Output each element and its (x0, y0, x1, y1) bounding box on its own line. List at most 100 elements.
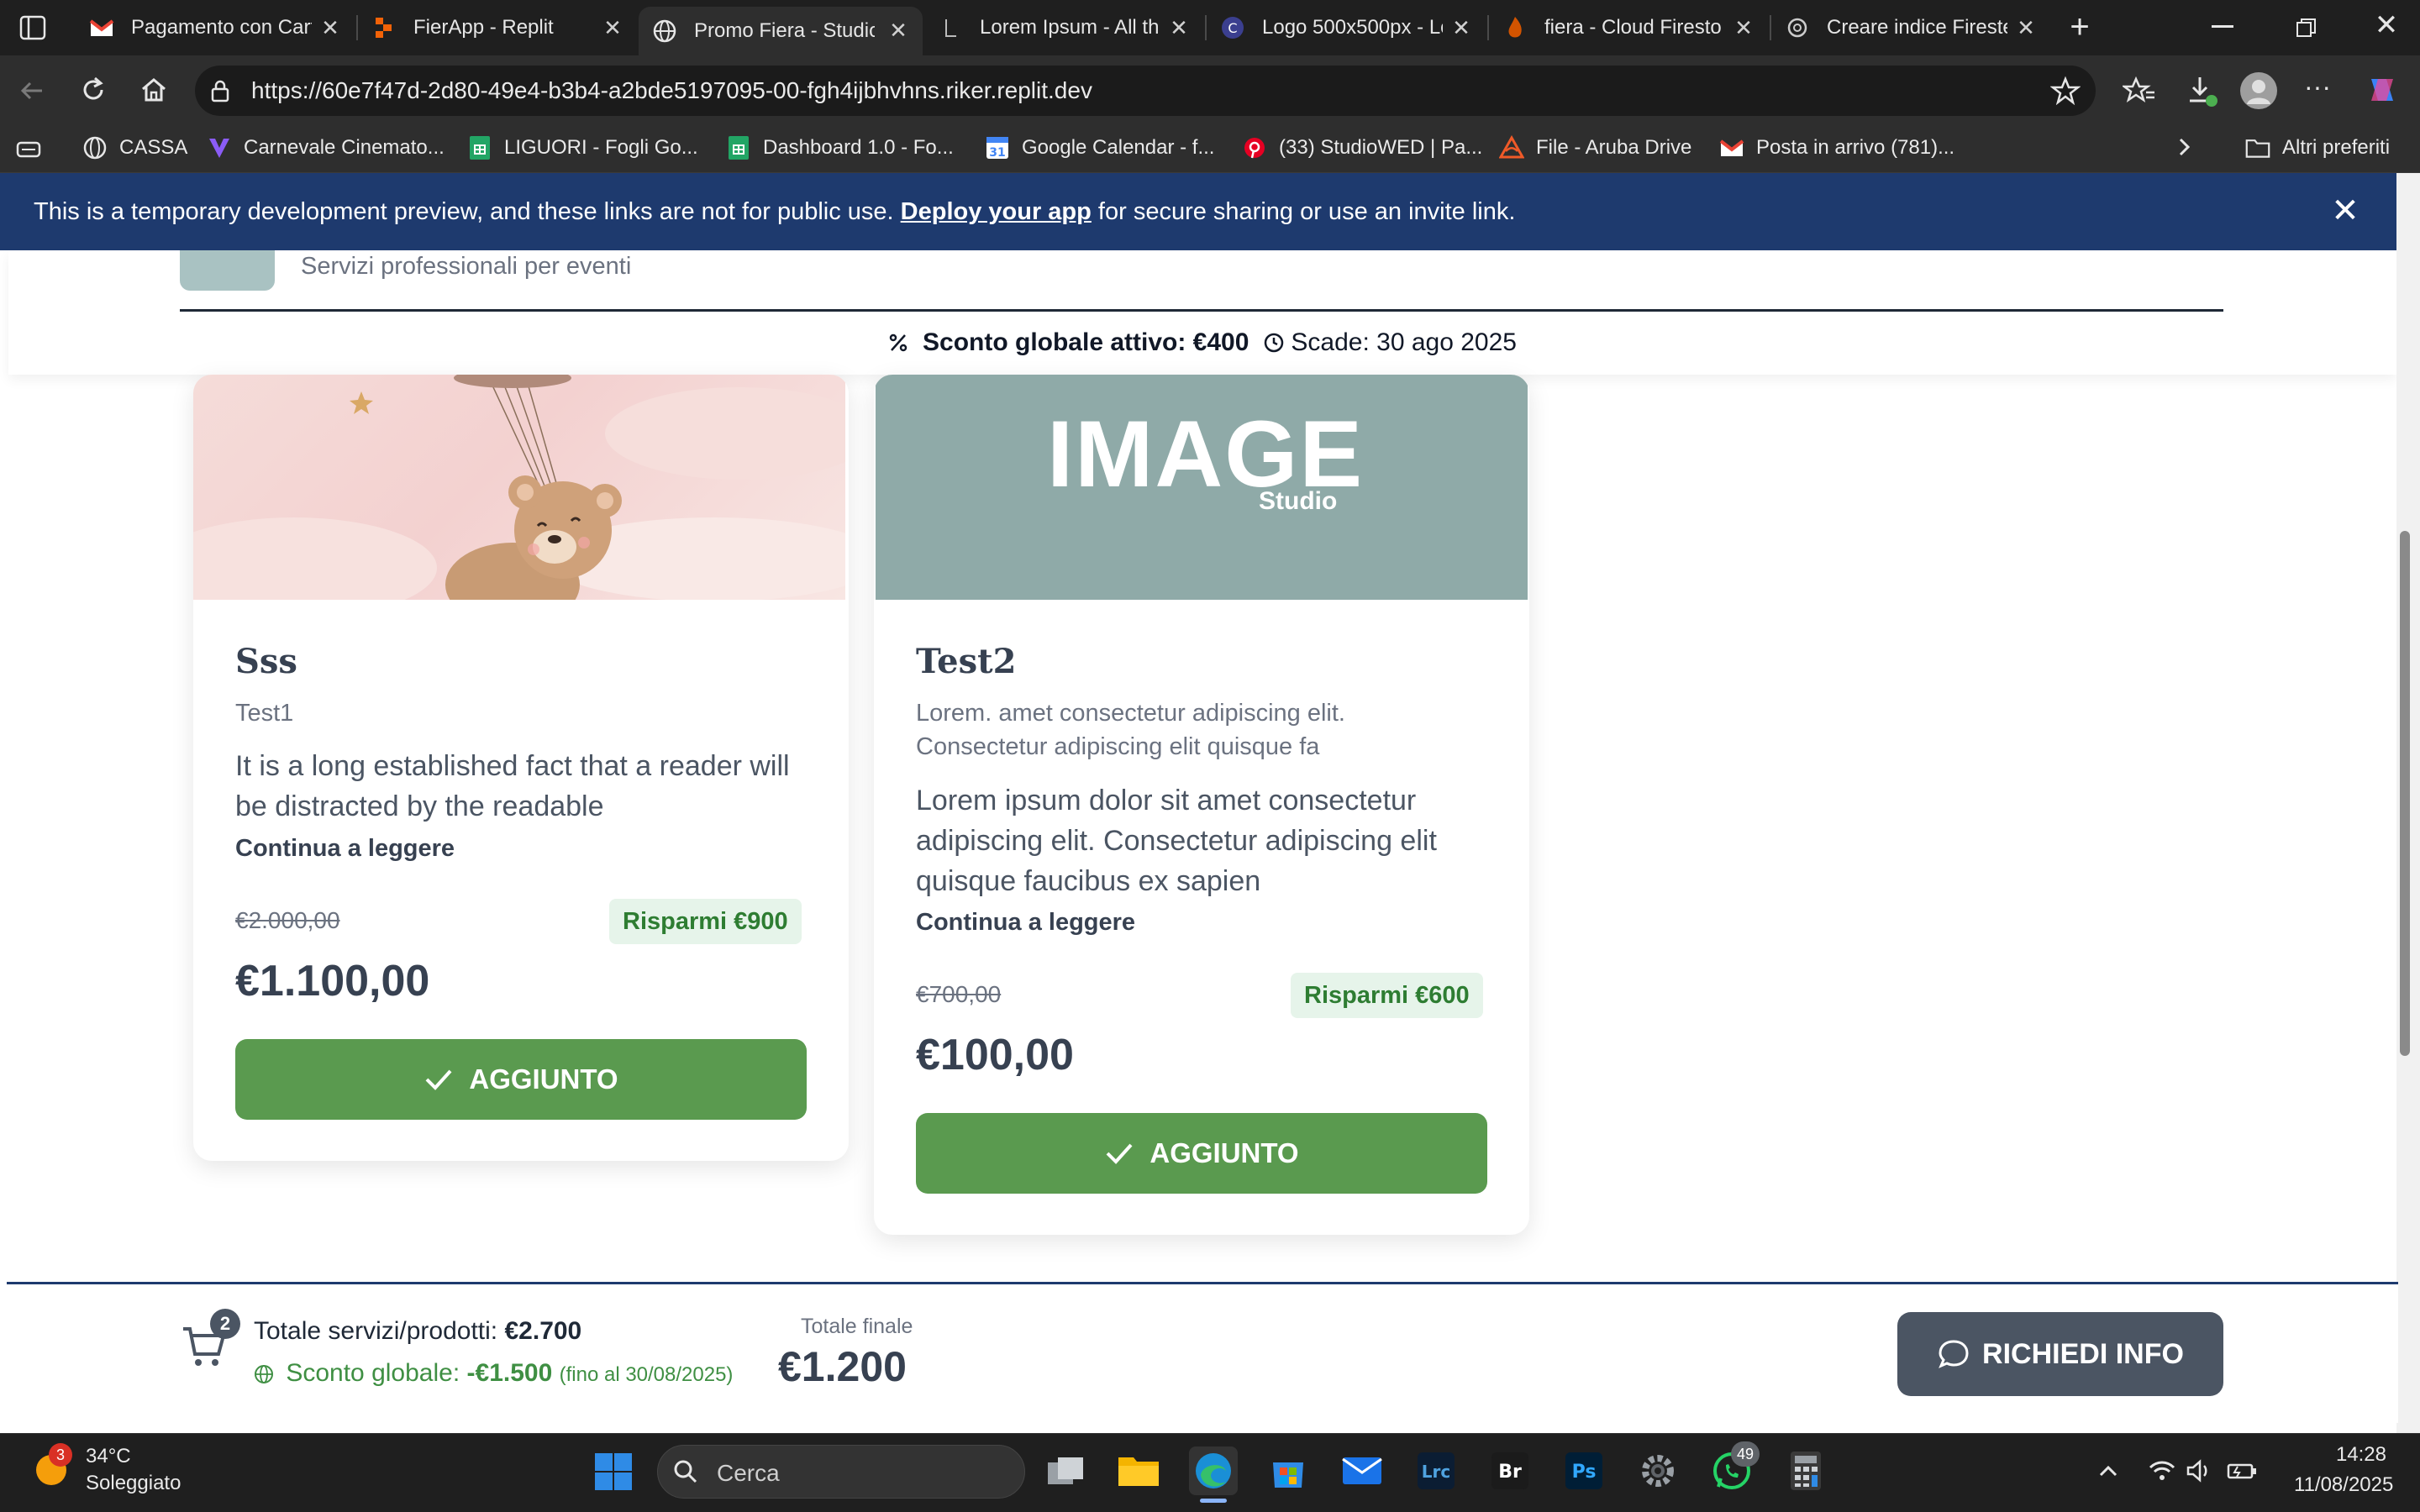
svg-text:Lrc: Lrc (1422, 1462, 1450, 1482)
whatsapp-badge: 49 (1731, 1441, 1760, 1467)
taskbar-search[interactable] (657, 1445, 1025, 1499)
aruba-icon (1499, 135, 1524, 160)
site-info-icon[interactable] (207, 77, 234, 104)
total-services: Totale servizi/prodotti: €2.700 (254, 1317, 581, 1346)
tab-replit[interactable]: FierApp - Replit ✕ (358, 8, 637, 47)
wifi-icon[interactable] (2148, 1457, 2176, 1485)
product-description: Lorem ipsum dolor sit amet consectetur a… (916, 785, 1437, 897)
task-view-icon[interactable] (1042, 1446, 1091, 1495)
check-icon (425, 1069, 452, 1090)
weather-badge: 3 (49, 1443, 72, 1467)
microsoft-store-icon[interactable] (1264, 1446, 1313, 1495)
tab-firebase[interactable]: fiera - Cloud Firesto ✕ (1489, 8, 1768, 47)
bookmark-liguori[interactable]: LIGUORI - Fogli Go... (467, 131, 698, 165)
tab-lorem-ipsum[interactable]: Lorem Ipsum - All th ✕ (924, 8, 1203, 47)
final-total-value: €1.200 (778, 1343, 907, 1390)
bookmark-carnevale[interactable]: Carnevale Cinemato... (207, 131, 445, 165)
bookmark-calendar[interactable]: 31 Google Calendar - f... (985, 131, 1214, 165)
final-total-label: Totale finale (801, 1315, 913, 1338)
clock-date[interactable]: 11/08/2025 (2294, 1473, 2393, 1497)
volume-icon[interactable] (2185, 1457, 2213, 1485)
close-icon[interactable]: ✕ (1166, 15, 1192, 40)
deploy-link[interactable]: Deploy your app (901, 198, 1092, 225)
close-icon[interactable]: ✕ (2013, 15, 2039, 40)
tab-label: Lorem Ipsum - All th (980, 16, 1160, 39)
clock-time[interactable]: 14:28 (2294, 1443, 2386, 1467)
banner-close-icon[interactable]: ✕ (2324, 190, 2366, 232)
product-image-logo[interactable]: IMAGE Studio (876, 375, 1528, 600)
new-tab-icon[interactable]: + (2064, 10, 2096, 44)
svg-text:Ps: Ps (1572, 1462, 1597, 1483)
added-button[interactable]: AGGIUNTO (235, 1039, 807, 1120)
request-info-label: RICHIEDI INFO (1982, 1337, 2184, 1370)
file-explorer-icon[interactable] (1114, 1446, 1163, 1495)
discount-expiry: Scade: 30 ago 2025 (1291, 328, 1517, 356)
chevron-up-icon[interactable] (2096, 1458, 2121, 1483)
bookmark-aruba[interactable]: File - Aruba Drive (1499, 131, 1691, 165)
copilot-icon[interactable] (2363, 71, 2402, 109)
lightroom-classic-icon[interactable]: Lrc (1412, 1446, 1460, 1495)
sheets-icon (467, 135, 492, 160)
favorite-star-icon[interactable] (2050, 76, 2081, 106)
bookmark-posta[interactable]: Posta in arrivo (781)... (1719, 131, 1954, 165)
bookmark-label: Posta in arrivo (781)... (1756, 136, 1955, 159)
v-logo-icon (207, 135, 232, 160)
close-icon[interactable]: ✕ (1731, 15, 1756, 40)
minimize-icon[interactable] (2212, 25, 2233, 28)
request-info-button[interactable]: RICHIEDI INFO (1897, 1312, 2223, 1396)
gmail-icon (89, 15, 114, 40)
mail-icon[interactable] (1338, 1446, 1386, 1495)
back-icon[interactable] (17, 76, 47, 106)
product-price: €100,00 (916, 1031, 1074, 1079)
site-logo[interactable] (180, 250, 275, 291)
window-close-icon[interactable]: ✕ (2370, 8, 2403, 42)
search-icon (672, 1458, 699, 1485)
home-icon[interactable] (138, 74, 170, 106)
total-services-label: Totale servizi/prodotti: (254, 1317, 498, 1345)
product-title: Test2 (916, 642, 1017, 681)
chevron-right-icon[interactable] (2171, 134, 2196, 160)
bookmark-label: LIGUORI - Fogli Go... (504, 136, 698, 159)
photoshop-icon[interactable]: Ps (1560, 1446, 1608, 1495)
close-icon[interactable]: ✕ (600, 15, 625, 40)
close-icon[interactable]: ✕ (318, 15, 343, 40)
profile-avatar[interactable] (2240, 72, 2277, 109)
tab-promo-fiera[interactable]: Promo Fiera - Studio ✕ (639, 7, 923, 55)
product-image-teddy-bear[interactable] (193, 375, 845, 600)
bookmark-label: Carnevale Cinemato... (244, 136, 445, 159)
reload-icon[interactable] (77, 74, 109, 106)
edge-browser-icon[interactable] (1189, 1446, 1238, 1495)
close-icon[interactable]: ✕ (886, 18, 911, 43)
bookmark-label: Dashboard 1.0 - Fo... (763, 136, 954, 159)
close-icon[interactable]: ✕ (1449, 15, 1474, 40)
settings-gear-icon[interactable] (1634, 1446, 1682, 1495)
windows-start-icon[interactable] (593, 1452, 634, 1492)
bookmark-cassa[interactable]: CASSA (82, 131, 187, 165)
battery-icon[interactable] (2225, 1458, 2259, 1483)
gmail-icon (1719, 135, 1744, 160)
favorites-icon[interactable] (2123, 74, 2156, 108)
downloads-icon[interactable] (2185, 74, 2218, 108)
tab-gmail[interactable]: Pagamento con Cart ✕ (76, 8, 355, 47)
url-text[interactable]: https://60e7f47d-2d80-49e4-b3b4-a2bde519… (251, 74, 1092, 108)
folder-icon (2245, 135, 2270, 160)
tab-label: Creare indice Fireste (1827, 16, 2007, 39)
added-button[interactable]: AGGIUNTO (916, 1113, 1487, 1194)
bridge-icon[interactable]: Br (1486, 1446, 1534, 1495)
bookmark-dashboard[interactable]: Dashboard 1.0 - Fo... (726, 131, 954, 165)
collections-icon[interactable] (15, 136, 42, 163)
restore-icon[interactable] (2296, 17, 2317, 39)
read-more-link[interactable]: Continua a leggere (235, 835, 455, 863)
calculator-icon[interactable] (1781, 1446, 1830, 1495)
read-more-link[interactable]: Continua a leggere (916, 909, 1135, 937)
tab-canva[interactable]: C Logo 500x500px - Lo ✕ (1207, 8, 1486, 47)
tab-chatgpt[interactable]: Creare indice Fireste ✕ (1771, 8, 2050, 47)
more-icon[interactable]: ··· (2301, 73, 2334, 102)
other-bookmarks[interactable]: Altri preferiti (2245, 131, 2390, 165)
tab-actions-icon[interactable] (18, 13, 47, 42)
scrollbar-thumb[interactable] (2400, 531, 2410, 1056)
clock-icon (1264, 333, 1284, 353)
weather-description: Soleggiato (86, 1472, 182, 1494)
globe-icon (652, 18, 677, 44)
bookmark-studiowed[interactable]: (33) StudioWED | Pa... (1242, 131, 1482, 165)
